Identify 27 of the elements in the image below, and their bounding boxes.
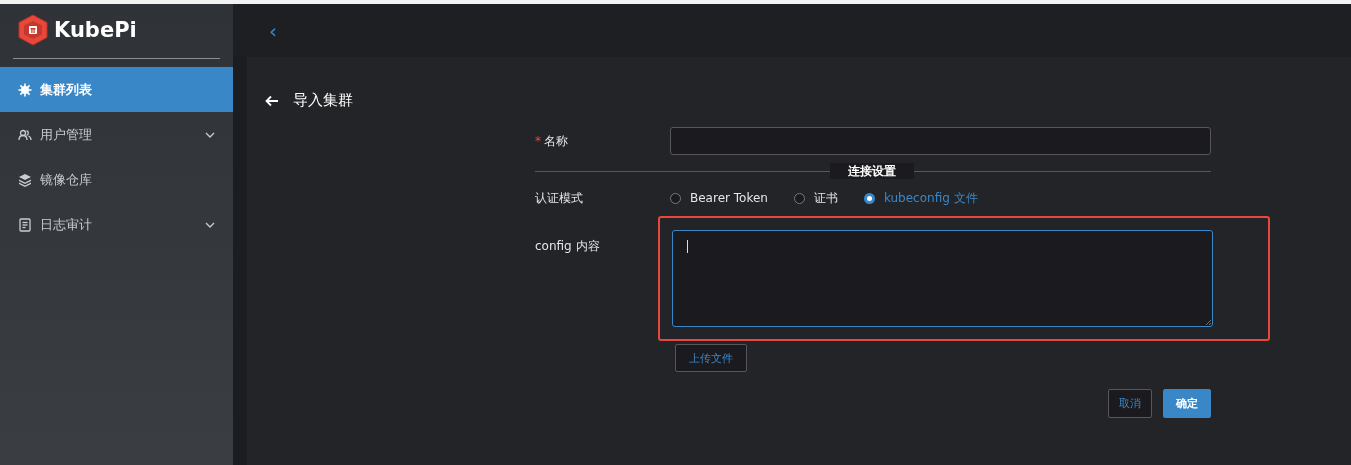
document-icon <box>18 217 32 232</box>
resize-grip-icon[interactable] <box>1205 319 1211 325</box>
field-label: 名称 <box>544 133 568 148</box>
nav-item[interactable]: 集群列表 <box>0 67 233 112</box>
radio-option[interactable]: 证书 <box>793 189 838 207</box>
collapse-button[interactable]: ‹ <box>269 18 277 43</box>
confirm-button[interactable]: 确定 <box>1163 389 1211 418</box>
users-icon <box>18 127 32 142</box>
field-label: 认证模式 <box>535 189 584 207</box>
helm-icon <box>18 82 32 97</box>
back-arrow-icon[interactable] <box>265 94 279 107</box>
upload-button[interactable]: 上传文件 <box>675 344 747 372</box>
required-asterisk: * <box>535 133 541 148</box>
nav-item[interactable]: 日志审计 <box>0 202 233 247</box>
name-input[interactable] <box>670 127 1211 155</box>
logo-icon <box>18 14 48 46</box>
cancel-button[interactable]: 取消 <box>1108 389 1152 418</box>
page-title: 导入集群 <box>293 91 353 110</box>
layers-icon <box>18 172 32 187</box>
nav-item[interactable]: 镜像仓库 <box>0 157 233 202</box>
field-label: config 内容 <box>535 238 601 255</box>
radio-option[interactable]: Bearer Token <box>670 189 768 207</box>
nav-item[interactable]: 用户管理 <box>0 112 233 157</box>
config-textarea[interactable] <box>672 230 1213 327</box>
logo-text: KubePi <box>54 18 137 42</box>
section-title: 连接设置 <box>830 163 914 179</box>
radio-option[interactable]: kubeconfig 文件 <box>863 189 978 207</box>
